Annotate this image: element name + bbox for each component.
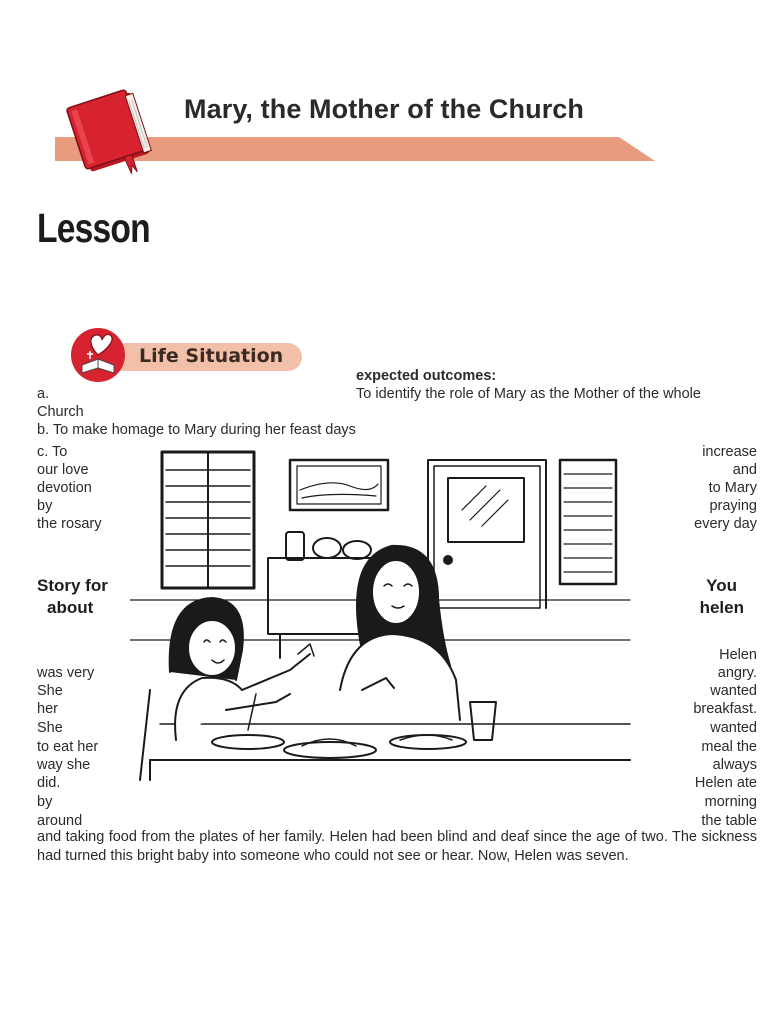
heart-bible-icon bbox=[71, 328, 125, 382]
story-left-line: She bbox=[37, 720, 63, 736]
story-right-line: always bbox=[712, 757, 757, 773]
outcomes-heading: expected outcomes: bbox=[356, 368, 497, 384]
outcome-c-right-line: and bbox=[732, 462, 757, 478]
outcome-c-left-line: by bbox=[37, 498, 53, 514]
story-left-line: did. bbox=[37, 775, 61, 791]
outcome-c-right-line: every day bbox=[694, 516, 757, 532]
story-right-line: meal the bbox=[701, 739, 757, 755]
outcome-c-right-line: praying bbox=[709, 498, 757, 514]
outcome-c-left-line: devotion bbox=[37, 480, 92, 496]
bible-book-icon bbox=[66, 89, 152, 174]
story-left-line: to eat her bbox=[37, 739, 99, 755]
story-left-line: by bbox=[37, 794, 53, 810]
story-right-line: breakfast. bbox=[693, 701, 757, 717]
outcome-b-text: b. To make homage to Mary during her fea… bbox=[37, 422, 356, 438]
story-right-line: Helen ate bbox=[694, 775, 757, 791]
outcome-a-continued: Church bbox=[37, 404, 84, 420]
outcome-c-left-line: our love bbox=[37, 462, 89, 478]
story-heading-right: You bbox=[706, 576, 737, 595]
story-left-line: was very bbox=[37, 665, 95, 681]
story-right-line: wanted bbox=[710, 683, 757, 699]
lesson-heading: Lesson bbox=[37, 205, 151, 251]
outcome-c-right-line: to Mary bbox=[708, 480, 757, 496]
outcome-a-marker: a. bbox=[37, 386, 50, 402]
story-right-line: angry. bbox=[717, 665, 757, 681]
story-heading-left: about bbox=[47, 598, 94, 617]
story-left-line: way she bbox=[37, 757, 91, 773]
story-right-line: wanted bbox=[710, 720, 757, 736]
story-left-line: her bbox=[37, 701, 58, 717]
story-paragraph: and taking food from the plates of her f… bbox=[37, 829, 757, 864]
life-situation-label: Life Situation bbox=[139, 345, 284, 367]
outcome-c-left-line: c. To bbox=[37, 444, 68, 460]
page-title: Mary, the Mother of the Church bbox=[184, 94, 585, 124]
story-left-line: She bbox=[37, 683, 63, 699]
outcome-c-left-line: the rosary bbox=[37, 516, 102, 532]
story-heading-right: helen bbox=[699, 598, 744, 617]
story-right-line: morning bbox=[704, 794, 757, 810]
story-heading-left: Story for bbox=[37, 576, 108, 595]
outcome-a-text: To identify the role of Mary as the Moth… bbox=[356, 386, 701, 402]
breakfast-illustration bbox=[130, 450, 631, 781]
outcome-c-right-line: increase bbox=[702, 444, 757, 460]
story-right-line: Helen bbox=[719, 647, 757, 663]
